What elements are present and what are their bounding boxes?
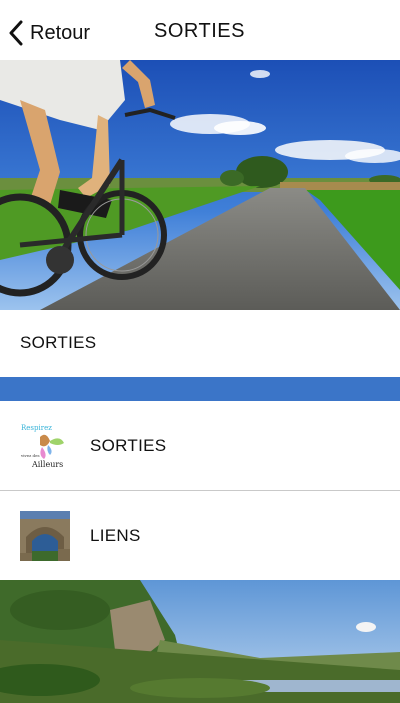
back-button[interactable]: Retour: [8, 18, 90, 48]
sorties-thumbnail: Respirez vivez des Ailleurs: [20, 421, 70, 471]
section-header: SORTIES: [0, 310, 400, 377]
thumb-word-bottom: Ailleurs: [31, 460, 63, 469]
list-item-liens[interactable]: LIENS: [0, 491, 400, 580]
back-label: Retour: [30, 21, 91, 44]
thumb-word-top: Respirez: [21, 424, 52, 432]
list-item-label: SORTIES: [90, 436, 167, 455]
thumb-word-mid: vivez des: [20, 453, 40, 458]
accent-bar: [0, 377, 400, 401]
page-title: SORTIES: [154, 20, 245, 42]
section-label: SORTIES: [20, 333, 97, 352]
app-header: Retour SORTIES: [0, 0, 400, 60]
hero-image: [0, 60, 400, 310]
list-item-sorties[interactable]: Respirez vivez des Ailleurs SORTIES: [0, 401, 400, 490]
chevron-left-icon: [9, 20, 23, 46]
liens-thumbnail: [20, 511, 70, 561]
list-item-label: LIENS: [90, 526, 141, 545]
landscape-image: [0, 580, 400, 703]
